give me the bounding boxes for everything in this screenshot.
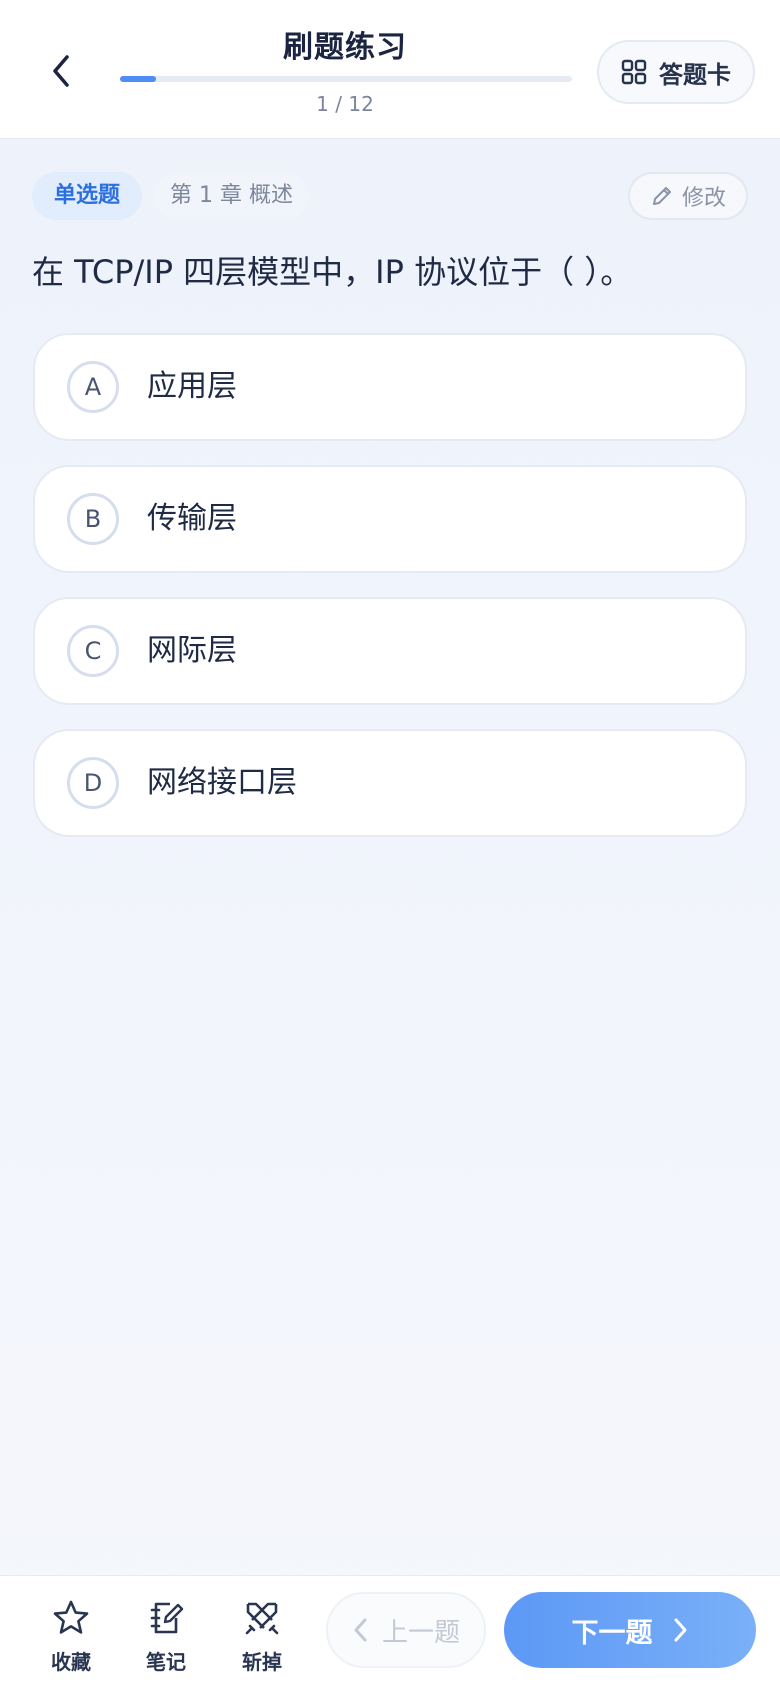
option-text: 网络接口层: [147, 765, 297, 800]
progress-counter: 1 / 12: [316, 92, 374, 116]
option-text: 应用层: [147, 369, 237, 404]
edit-label: 修改: [681, 186, 726, 211]
grid-icon: [621, 59, 647, 85]
option-letter: D: [67, 757, 119, 809]
next-question-button[interactable]: 下一题: [504, 1592, 756, 1668]
page-title: 刷题练习: [283, 30, 407, 65]
crossed-swords-icon: [245, 1602, 279, 1635]
favorite-button[interactable]: 收藏: [36, 1598, 106, 1675]
remove-button[interactable]: 斩掉: [227, 1598, 297, 1675]
edit-button[interactable]: 修改: [628, 172, 748, 220]
note-button[interactable]: 笔记: [131, 1598, 201, 1675]
chevron-left-icon: [354, 1618, 367, 1642]
notebook-pen-icon: [150, 1602, 184, 1634]
question-type-tag: 单选题: [32, 172, 143, 220]
option-text: 网际层: [147, 633, 237, 668]
remove-label: 斩掉: [242, 1650, 282, 1674]
option-d[interactable]: D 网络接口层: [33, 729, 747, 837]
prev-label: 上一题: [381, 1617, 460, 1648]
option-letter: B: [67, 493, 119, 545]
pencil-icon: [652, 187, 671, 205]
top-header: 刷题练习 1 / 12 答题卡: [0, 0, 780, 139]
favorite-label: 收藏: [51, 1650, 91, 1674]
answer-card-button[interactable]: 答题卡: [597, 40, 755, 104]
option-letter: C: [67, 625, 119, 677]
option-a[interactable]: A 应用层: [33, 333, 747, 441]
bottom-toolbar: 收藏 笔记 斩掉 上一题 下一题: [0, 1575, 780, 1689]
answer-card-label: 答题卡: [659, 60, 731, 89]
note-label: 笔记: [146, 1650, 186, 1674]
option-c[interactable]: C 网际层: [33, 597, 747, 705]
prev-question-button[interactable]: 上一题: [326, 1592, 486, 1668]
progress-bar-fill: [120, 76, 157, 82]
next-label: 下一题: [571, 1617, 653, 1649]
option-text: 传输层: [147, 501, 237, 536]
star-icon: [53, 1600, 89, 1634]
chevron-right-icon: [674, 1618, 686, 1642]
option-b[interactable]: B 传输层: [33, 465, 747, 573]
question-stem: 在 TCP/IP 四层模型中，IP 协议位于（ ）。: [32, 253, 633, 291]
chapter-tag: 第 1 章 概述: [154, 172, 309, 220]
progress-bar: [120, 76, 572, 82]
option-letter: A: [67, 361, 119, 413]
